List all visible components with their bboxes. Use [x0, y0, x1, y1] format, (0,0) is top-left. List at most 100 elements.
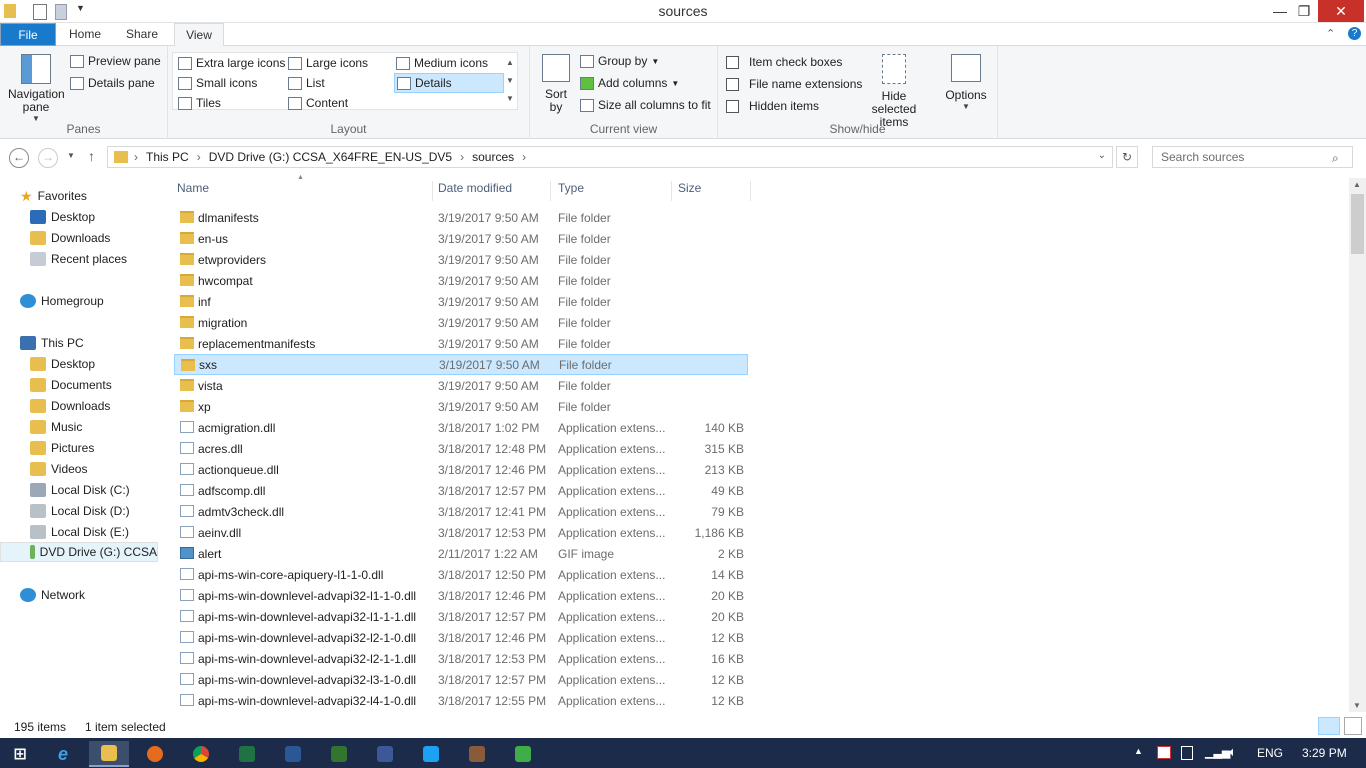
collapse-ribbon-icon[interactable]: ⌃ [1326, 27, 1335, 40]
column-header-date-modified[interactable]: Date modified [438, 181, 551, 201]
nav-local-disk-c[interactable]: Local Disk (C:) [0, 480, 158, 500]
power-icon[interactable] [1181, 746, 1193, 760]
table-row[interactable]: sxs 3/19/2017 9:50 AM File folder [174, 354, 748, 375]
table-row[interactable]: etwproviders 3/19/2017 9:50 AM File folder [174, 249, 748, 270]
nav-pictures[interactable]: Pictures [0, 438, 158, 458]
nav-downloads[interactable]: Downloads [0, 396, 158, 416]
table-row[interactable]: acres.dll 3/18/2017 12:48 PM Application e… [174, 438, 748, 459]
table-row[interactable]: alert 2/11/2017 1:22 AM GIF image 2 KB [174, 543, 748, 564]
nav-local-disk-d[interactable]: Local Disk (D:) [0, 501, 158, 521]
table-row[interactable]: en-us 3/19/2017 9:50 AM File folder [174, 228, 748, 249]
file-name-extensions-toggle[interactable]: File name extensions [726, 77, 862, 91]
taskbar-word[interactable] [273, 741, 313, 767]
size-all-columns-button[interactable]: Size all columns to fit [580, 98, 711, 112]
taskbar-facebook[interactable] [365, 741, 405, 767]
column-header-size[interactable]: Size [678, 181, 751, 201]
column-header-type[interactable]: Type [558, 181, 672, 201]
content-option[interactable]: Content [288, 96, 348, 110]
breadcrumb-this-pc[interactable]: This PC [146, 150, 189, 164]
table-row[interactable]: vista 3/19/2017 9:50 AM File folder [174, 375, 748, 396]
table-row[interactable]: api-ms-win-core-apiquery-l1-1-0.dll 3/18/… [174, 564, 748, 585]
table-row[interactable]: api-ms-win-downlevel-advapi32-l2-1-1.dll… [174, 648, 748, 669]
tab-file[interactable]: File [0, 23, 56, 46]
sort-by-button[interactable]: Sort by [538, 54, 574, 114]
tab-view[interactable]: View [174, 23, 224, 47]
taskbar-project[interactable] [319, 741, 359, 767]
nav-local-disk-e[interactable]: Local Disk (E:) [0, 522, 158, 542]
nav-videos[interactable]: Videos [0, 459, 158, 479]
tab-share[interactable]: Share [116, 23, 168, 46]
action-center-icon[interactable] [1157, 746, 1171, 759]
taskbar-internet-explorer[interactable]: e [43, 741, 83, 767]
taskbar-chrome[interactable] [181, 741, 221, 767]
table-row[interactable]: replacementmanifests 3/19/2017 9:50 AM Fil… [174, 333, 748, 354]
network-signal-icon[interactable]: ▁▃▅ [1205, 746, 1230, 759]
large-icons-view-toggle-icon[interactable] [1344, 717, 1362, 735]
table-row[interactable]: api-ms-win-downlevel-advapi32-l1-1-1.dll… [174, 606, 748, 627]
table-row[interactable]: actionqueue.dll 3/18/2017 12:46 PM Applica… [174, 459, 748, 480]
group-by-button[interactable]: Group by ▼ [580, 54, 659, 68]
medium-icons-option[interactable]: Medium icons [396, 56, 488, 70]
start-button[interactable]: ⊞ [0, 741, 40, 767]
back-button[interactable]: ← [9, 148, 29, 168]
table-row[interactable]: inf 3/19/2017 9:50 AM File folder [174, 291, 748, 312]
options-button[interactable]: Options ▼ [940, 54, 992, 111]
hidden-items-toggle[interactable]: Hidden items [726, 99, 819, 113]
hide-selected-items-button[interactable]: Hide selected items [858, 54, 930, 129]
table-row[interactable]: xp 3/19/2017 9:50 AM File folder [174, 396, 748, 417]
nav-favorites-downloads[interactable]: Downloads [0, 228, 158, 248]
nav-this-pc[interactable]: This PC [0, 333, 158, 353]
add-columns-button[interactable]: Add columns ▼ [580, 76, 679, 90]
breadcrumb-dvd-drive[interactable]: DVD Drive (G:) CCSA_X64FRE_EN-US_DV5 [209, 150, 452, 164]
taskbar-file-explorer[interactable] [89, 741, 129, 767]
address-dropdown-icon[interactable]: ⌄ [1098, 150, 1106, 161]
table-row[interactable]: adfscomp.dll 3/18/2017 12:57 PM Applicatio… [174, 480, 748, 501]
table-row[interactable]: api-ms-win-downlevel-advapi32-l4-1-0.dll… [174, 690, 748, 711]
nav-dvd-drive[interactable]: DVD Drive (G:) CCSA [0, 542, 158, 562]
refresh-button[interactable]: ↻ [1116, 146, 1138, 168]
scroll-down-icon[interactable]: ▼ [1353, 701, 1361, 710]
table-row[interactable]: acmigration.dll 3/18/2017 1:02 PM Applicat… [174, 417, 748, 438]
clock[interactable]: 3:29 PM [1302, 746, 1347, 760]
table-row[interactable]: admtv3check.dll 3/18/2017 12:41 PM Applica… [174, 501, 748, 522]
table-row[interactable]: dlmanifests 3/19/2017 9:50 AM File folder [174, 207, 748, 228]
breadcrumb-sources[interactable]: sources [472, 150, 514, 164]
nav-favorites-desktop[interactable]: Desktop [0, 207, 158, 227]
nav-music[interactable]: Music [0, 417, 158, 437]
help-icon[interactable]: ? [1348, 27, 1361, 40]
details-option[interactable]: Details [394, 73, 504, 93]
nav-network[interactable]: Network [0, 585, 158, 605]
large-icons-option[interactable]: Large icons [288, 56, 368, 70]
forward-button[interactable]: → [38, 148, 58, 168]
up-button[interactable]: ↑ [88, 148, 95, 164]
taskbar-paint[interactable] [457, 741, 497, 767]
table-row[interactable]: hwcompat 3/19/2017 9:50 AM File folder [174, 270, 748, 291]
nav-homegroup[interactable]: Homegroup [0, 291, 158, 311]
table-row[interactable]: api-ms-win-downlevel-advapi32-l2-1-0.dll… [174, 627, 748, 648]
language-indicator[interactable]: ENG [1257, 746, 1283, 760]
extra-large-icons-option[interactable]: Extra large icons [178, 56, 285, 70]
close-button[interactable]: ✕ [1318, 0, 1364, 22]
volume-icon[interactable]: 🔈︎ [1229, 744, 1237, 760]
layout-gallery-scroll-icon[interactable]: ▲ ▼ ▼ [506, 54, 514, 108]
taskbar-twitter[interactable] [411, 741, 451, 767]
table-row[interactable]: api-ms-win-downlevel-advapi32-l3-1-0.dll… [174, 669, 748, 690]
search-input[interactable]: Search sources [1152, 146, 1353, 168]
taskbar-app-green[interactable] [503, 741, 543, 767]
recent-locations-icon[interactable]: ▼ [67, 151, 75, 160]
scroll-up-icon[interactable]: ▲ [1353, 180, 1361, 189]
navigation-pane-button[interactable]: Navigation pane ▼ [8, 54, 65, 123]
nav-desktop[interactable]: Desktop [0, 354, 158, 374]
show-hidden-icons-icon[interactable]: ▲ [1134, 746, 1143, 756]
restore-button[interactable]: ❐ [1290, 0, 1318, 22]
column-header-name[interactable]: Name [177, 181, 433, 201]
taskbar-firefox[interactable] [135, 741, 175, 767]
small-icons-option[interactable]: Small icons [178, 76, 257, 90]
preview-pane-button[interactable]: Preview pane [70, 54, 161, 68]
list-option[interactable]: List [288, 76, 325, 90]
tab-home[interactable]: Home [60, 23, 110, 46]
table-row[interactable]: migration 3/19/2017 9:50 AM File folder [174, 312, 748, 333]
address-box[interactable]: › This PC › DVD Drive (G:) CCSA_X64FRE_E… [107, 146, 1113, 168]
item-check-boxes-toggle[interactable]: Item check boxes [726, 55, 842, 69]
taskbar-excel[interactable] [227, 741, 267, 767]
